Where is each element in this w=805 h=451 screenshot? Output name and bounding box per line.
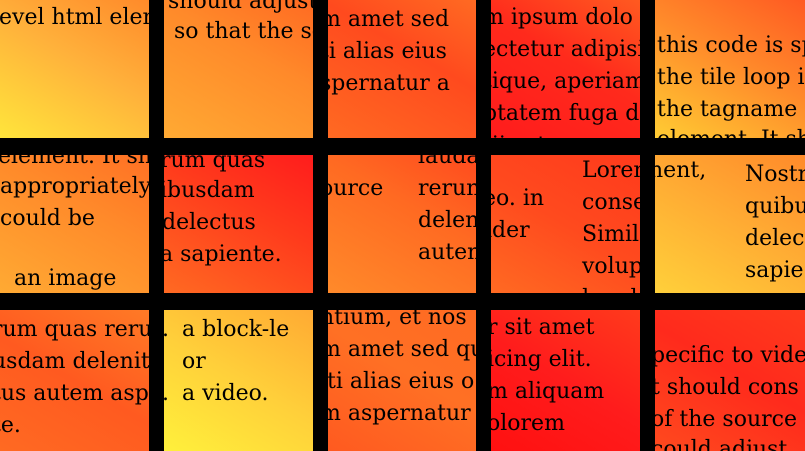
tile-r2-c0: rum quas reru usdam delenit tus autem as…: [0, 310, 149, 451]
tile-text-line: ource: [328, 176, 384, 201]
tile-r2-c1: a block-leor a video.: [164, 310, 313, 451]
tile-text-line: nent,: [655, 158, 707, 183]
tile-text-line: spernatur a: [328, 71, 450, 96]
tile-r0-c2: m amet sed ti alias eius spernatur a: [328, 0, 476, 138]
tile-text-line: ibusdam: [164, 178, 255, 203]
tile-text-line: so that the so: [174, 19, 313, 44]
tile-r0-c4: this code is sp the tile loop i the tagn…: [655, 0, 805, 138]
tile-text-line: conse: [582, 190, 640, 215]
tile-text-line: ti alias eius: [328, 39, 447, 64]
tile-text-line: the tagname o: [657, 97, 805, 122]
tile-r0-c0: level html element: [0, 0, 149, 138]
tile-text-line: tique, aperiam: [491, 69, 640, 94]
tile-r0-c3: m ipsum dolo ectetur adipisi tique, aper…: [491, 0, 640, 138]
list-item: a video.: [176, 378, 289, 410]
tile-text-line: ider: [491, 218, 530, 243]
tile-r1-c4: nent, Nostr quibu delec sapie: [655, 155, 805, 293]
tile-text-line: tiis et: [491, 130, 546, 138]
tile-text-line: delec: [745, 226, 805, 251]
tile-text-line: hand: [582, 283, 638, 293]
tile-text-line: olorem: [491, 411, 565, 436]
tile-text-line: rerun: [418, 176, 476, 201]
tile-r1-c0: element. It sh appropriately could be an…: [0, 155, 149, 293]
tile-r2-c2: ntium, et nos m amet sed qu iti alias ei…: [328, 310, 476, 451]
tile-text-line: quibu: [745, 194, 805, 219]
tile-text-line: level html element: [0, 5, 149, 30]
tile-text-line: Simil: [582, 222, 640, 247]
tile-r1-c2: ource lauda rerun delen auten: [328, 155, 476, 293]
tile-text-line: could be: [0, 206, 95, 231]
tile-text-line: ptatem fuga d: [491, 101, 640, 126]
tile-text-line: iti alias eius o: [328, 369, 475, 394]
tile-text-line: Nostr: [745, 162, 805, 187]
tile-text-line: pecific to vide: [655, 343, 805, 368]
tile-text-line: m aliquam: [491, 379, 605, 404]
tile-r1-c1: rum quas ibusdam delectus a sapiente.: [164, 155, 313, 293]
tile-text-line: icing elit.: [491, 347, 592, 372]
tile-text-line: m aspernatur a: [328, 401, 476, 426]
tile-text-line: r sit amet: [491, 315, 595, 340]
tile-text-line: m amet sed qu: [328, 337, 476, 362]
tile-text-line: rum quas: [164, 155, 266, 173]
tile-text-line: delen: [418, 208, 476, 233]
tile-text-line: volup: [582, 254, 640, 279]
tile-r2-c3: r sit amet icing elit. m aliquam olorem: [491, 310, 640, 451]
tile-text-line: the tile loop i: [657, 65, 805, 90]
ordered-list: an image: [0, 263, 116, 293]
tile-text-line: te.: [0, 413, 21, 438]
ordered-list: a block-leor a video.: [164, 314, 289, 410]
tile-text-line: of the source: [655, 407, 797, 432]
tile-text-line: auten: [418, 240, 476, 265]
tile-text-line: sapie: [745, 258, 804, 283]
tile-text-line: ectetur adipisi: [491, 37, 640, 62]
tile-text-line: m amet sed: [328, 7, 450, 32]
tile-r1-c3: eo. in ider Lorem conse Simil volup hand: [491, 155, 640, 293]
tile-text-line: could adjust: [655, 437, 788, 451]
tile-text-line: tus autem asp: [0, 381, 149, 406]
tile-text-line: m ipsum dolo: [491, 5, 633, 30]
tile-text-line: ntium, et nos: [328, 310, 467, 330]
tile-text-line: Lorem: [582, 158, 640, 183]
tile-text-line: lauda: [418, 155, 476, 169]
tile-text-line: a sapiente.: [164, 242, 282, 267]
tile-r2-c4: pecific to vide t should cons of the sou…: [655, 310, 805, 451]
tile-text-line: eo. in: [491, 186, 545, 211]
tile-text-line: this code is sp: [657, 33, 805, 58]
tile-text-line: delectus: [164, 210, 256, 235]
tile-text-line: t should cons: [655, 375, 799, 400]
list-item: an image: [8, 263, 116, 293]
tile-text-line: usdam delenit: [0, 349, 149, 374]
tile-r0-c1: should adjust so that the so: [164, 0, 313, 138]
list-item: a block-leor: [176, 314, 289, 378]
tile-text-line: appropriately: [0, 174, 149, 199]
tile-text-line: element. It sh: [657, 124, 805, 138]
tile-text-line: rum quas reru: [0, 317, 149, 342]
